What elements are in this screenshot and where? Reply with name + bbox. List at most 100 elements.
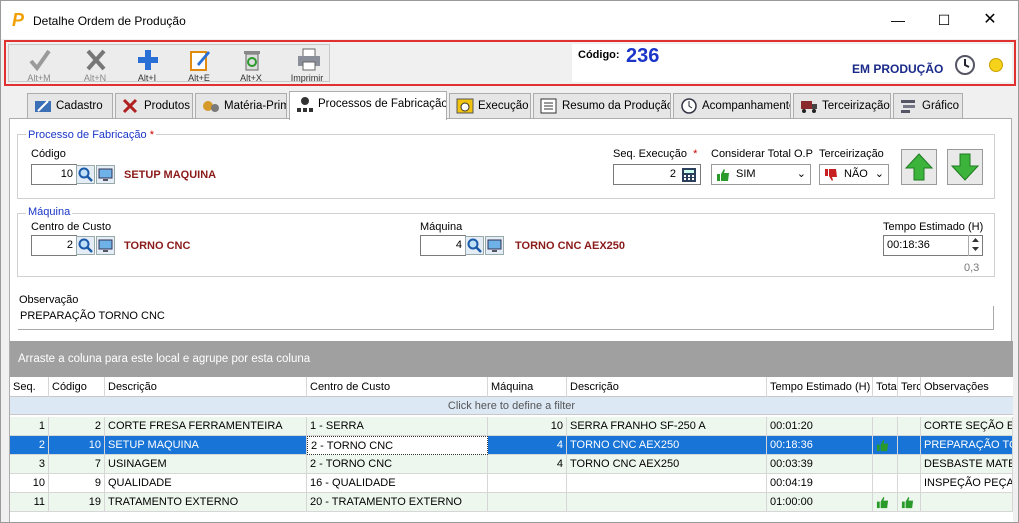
centro-custo-open-button[interactable] [96, 236, 115, 255]
cell-terc[interactable] [898, 474, 921, 493]
cell-obs[interactable] [921, 493, 1013, 512]
cell-centro[interactable]: 20 - TRATAMENTO EXTERNO [307, 493, 488, 512]
cell-total[interactable] [873, 493, 898, 512]
table-row[interactable]: 2 10 SETUP MAQUINA 2 - TORNO CNC 4 TORNO CNC … [10, 436, 1013, 455]
considerar-total-select[interactable]: SIM ⌄ [711, 164, 811, 185]
move-up-button[interactable] [901, 149, 937, 185]
minimize-button[interactable]: — [875, 1, 921, 39]
cell-seq[interactable]: 10 [10, 474, 49, 493]
cell-codigo[interactable]: 19 [49, 493, 105, 512]
table-row[interactable]: 11 19 TRATAMENTO EXTERNO 20 - TRATAMENTO EX… [10, 493, 1013, 512]
filter-row[interactable]: Click here to define a filter [10, 397, 1013, 415]
cell-terc[interactable] [898, 417, 921, 436]
observacao-input[interactable]: PREPARAÇÃO TORNO CNC [18, 306, 994, 330]
cell-terc[interactable] [898, 455, 921, 474]
tab-processos-fabricacao[interactable]: Processos de Fabricação [289, 91, 447, 120]
cell-codigo[interactable]: 9 [49, 474, 105, 493]
confirm-button[interactable]: Alt+M [15, 45, 63, 85]
maximize-button[interactable]: ☐ [921, 1, 967, 39]
cell-obs[interactable]: INSPEÇÃO PEÇA F [921, 474, 1013, 493]
cell-tempo[interactable]: 00:03:39 [767, 455, 873, 474]
cancel-button[interactable]: Alt+N [71, 45, 119, 85]
cell-descricao[interactable]: USINAGEM [105, 455, 307, 474]
col-header-tempo[interactable]: Tempo Estimado (H) [767, 377, 873, 397]
cell-maquina[interactable]: 10 [488, 417, 567, 436]
cell-maquina[interactable]: 4 [488, 455, 567, 474]
group-by-area[interactable]: Arraste a coluna para este local e agrup… [10, 341, 1013, 377]
tab-cadastro[interactable]: Cadastro [27, 93, 113, 119]
cell-descricao[interactable]: QUALIDADE [105, 474, 307, 493]
cell-seq[interactable]: 2 [10, 436, 49, 455]
cell-tempo[interactable]: 01:00:00 [767, 493, 873, 512]
tab-terceirizacao[interactable]: Terceirização [793, 93, 891, 119]
maquina-open-button[interactable] [485, 236, 504, 255]
cell-terc[interactable] [898, 493, 921, 512]
cell-total[interactable] [873, 417, 898, 436]
calculator-icon[interactable] [681, 167, 697, 183]
col-header-total[interactable]: Tota [873, 377, 898, 397]
cell-codigo[interactable]: 7 [49, 455, 105, 474]
tempo-estimado-input[interactable]: 00:18:36 [883, 235, 983, 256]
col-header-observacoes[interactable]: Observações [921, 377, 1013, 397]
cell-maq-desc[interactable]: TORNO CNC AEX250 [567, 455, 767, 474]
tempo-spinner[interactable] [968, 235, 982, 256]
cell-centro[interactable]: 2 - TORNO CNC [307, 455, 488, 474]
tab-materia-prima[interactable]: Matéria-Prim [195, 93, 287, 119]
cell-terc[interactable] [898, 436, 921, 455]
cell-maq-desc[interactable]: SERRA FRANHO SF-250 A [567, 417, 767, 436]
edit-button[interactable]: Alt+E [175, 45, 223, 85]
terceirizacao-select[interactable]: NÃO ⌄ [819, 164, 889, 185]
col-header-codigo[interactable]: Código [49, 377, 105, 397]
col-header-descricao[interactable]: Descrição [105, 377, 307, 397]
cell-codigo[interactable]: 10 [49, 436, 105, 455]
cell-maquina[interactable] [488, 493, 567, 512]
col-header-centro-custo[interactable]: Centro de Custo [307, 377, 488, 397]
table-row[interactable]: 1 2 CORTE FRESA FERRAMENTEIRA 1 - SERRA 10 SE… [10, 417, 1013, 436]
cell-obs[interactable]: PREPARAÇÃO TOR [921, 436, 1013, 455]
cell-maq-desc[interactable] [567, 493, 767, 512]
cell-centro[interactable]: 16 - QUALIDADE [307, 474, 488, 493]
codigo-input[interactable]: 10 [31, 164, 77, 185]
cell-tempo[interactable]: 00:04:19 [767, 474, 873, 493]
close-button[interactable]: ✕ [967, 1, 1013, 39]
cell-maq-desc[interactable]: TORNO CNC AEX250 [567, 436, 767, 455]
col-header-maquina[interactable]: Máquina [488, 377, 567, 397]
tab-grafico[interactable]: Gráfico [893, 93, 963, 119]
maquina-search-button[interactable] [465, 236, 484, 255]
cell-seq[interactable]: 11 [10, 493, 49, 512]
col-header-terc[interactable]: Terc [898, 377, 921, 397]
centro-custo-search-button[interactable] [76, 236, 95, 255]
col-header-maquina-descricao[interactable]: Descrição [567, 377, 767, 397]
cell-total[interactable] [873, 436, 898, 455]
cell-seq[interactable]: 3 [10, 455, 49, 474]
tab-acompanhamento[interactable]: Acompanhamento [673, 93, 791, 119]
cell-total[interactable] [873, 474, 898, 493]
cell-descricao[interactable]: CORTE FRESA FERRAMENTEIRA [105, 417, 307, 436]
cell-descricao[interactable]: SETUP MAQUINA [105, 436, 307, 455]
cell-maquina[interactable]: 4 [488, 436, 567, 455]
maquina-input[interactable]: 4 [420, 235, 466, 256]
cell-seq[interactable]: 1 [10, 417, 49, 436]
cell-centro[interactable]: 1 - SERRA [307, 417, 488, 436]
codigo-search-button[interactable] [76, 165, 95, 184]
codigo-open-button[interactable] [96, 165, 115, 184]
tab-produtos[interactable]: Produtos [115, 93, 193, 119]
tab-resumo-producao[interactable]: Resumo da Produção [533, 93, 671, 119]
tab-execucao[interactable]: Execução [449, 93, 531, 119]
cell-obs[interactable]: CORTE SEÇÃO EM [921, 417, 1013, 436]
cell-descricao[interactable]: TRATAMENTO EXTERNO [105, 493, 307, 512]
table-row[interactable]: 3 7 USINAGEM 2 - TORNO CNC 4 TORNO CNC AEX250… [10, 455, 1013, 474]
move-down-button[interactable] [947, 149, 983, 185]
cell-codigo[interactable]: 2 [49, 417, 105, 436]
cell-total[interactable] [873, 455, 898, 474]
table-row[interactable]: 10 9 QUALIDADE 16 - QUALIDADE 00:04:19 INSPEÇ… [10, 474, 1013, 493]
cell-obs[interactable]: DESBASTE MATER [921, 455, 1013, 474]
col-header-seq[interactable]: Seq. [10, 377, 49, 397]
delete-button[interactable]: Alt+X [227, 45, 275, 85]
cell-maq-desc[interactable] [567, 474, 767, 493]
cell-maquina[interactable] [488, 474, 567, 493]
cell-tempo[interactable]: 00:01:20 [767, 417, 873, 436]
print-button[interactable]: Imprimir [283, 45, 331, 85]
cell-centro[interactable]: 2 - TORNO CNC [307, 436, 488, 455]
cell-tempo[interactable]: 00:18:36 [767, 436, 873, 455]
